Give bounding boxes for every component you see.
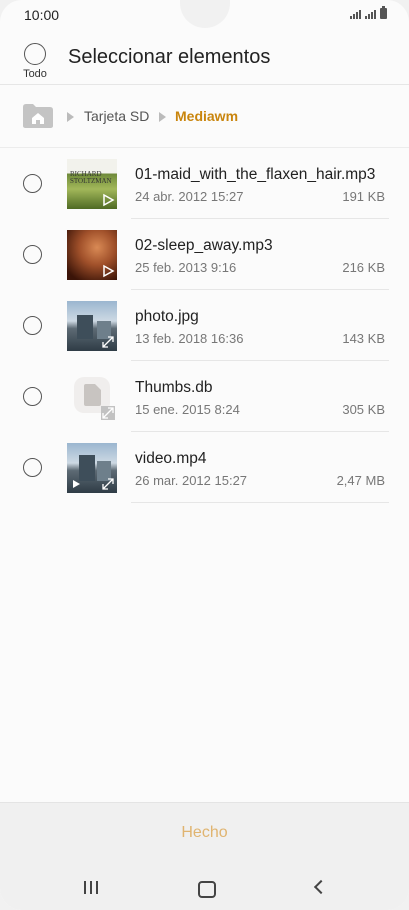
navigation-bar: [0, 873, 409, 903]
expand-icon: [102, 336, 114, 348]
select-all-circle-icon: [24, 43, 46, 65]
file-thumbnail: [67, 372, 117, 422]
file-name: photo.jpg: [135, 308, 199, 325]
breadcrumb-item-current[interactable]: Mediawm: [175, 108, 238, 124]
back-icon[interactable]: [313, 879, 329, 895]
file-name: 02-sleep_away.mp3: [135, 237, 273, 254]
list-item[interactable]: 02-sleep_away.mp3 25 feb. 2013 9:16 216 …: [0, 219, 409, 290]
expand-icon: [102, 478, 114, 490]
album-thumbnail: [67, 230, 117, 280]
list-item[interactable]: Thumbs.db 15 ene. 2015 8:24 305 KB: [0, 361, 409, 432]
row-checkbox[interactable]: [23, 174, 42, 193]
battery-icon: [380, 6, 387, 19]
play-icon: [103, 193, 115, 207]
row-checkbox[interactable]: [23, 316, 42, 335]
building-shape: [77, 315, 93, 339]
file-date: 25 feb. 2013 9:16: [135, 260, 237, 275]
file-list: RICHARD STOLTZMAN 01-maid_with_the_flaxe…: [0, 148, 409, 503]
document-icon: [84, 384, 101, 406]
file-info: Thumbs.db 15 ene. 2015 8:24 305 KB: [131, 361, 389, 432]
selection-header: Todo Seleccionar elementos: [0, 30, 409, 85]
file-date: 13 feb. 2018 16:36: [135, 331, 244, 346]
file-date: 15 ene. 2015 8:24: [135, 402, 240, 417]
file-date: 24 abr. 2012 15:27: [135, 189, 244, 204]
file-info: photo.jpg 13 feb. 2018 16:36 143 KB: [131, 290, 389, 361]
home-icon[interactable]: [198, 881, 216, 898]
photo-thumbnail: [67, 301, 117, 351]
file-info: video.mp4 26 mar. 2012 15:27 2,47 MB: [131, 432, 389, 503]
signal-icon: [350, 10, 361, 19]
breadcrumb-item-sd[interactable]: Tarjeta SD: [84, 108, 149, 124]
album-art-text: RICHARD STOLTZMAN: [70, 170, 112, 185]
bottom-action-bar: Hecho: [0, 802, 409, 910]
row-checkbox[interactable]: [23, 245, 42, 264]
signal-icon: [365, 10, 376, 19]
file-name: video.mp4: [135, 450, 207, 467]
select-all-checkbox[interactable]: Todo: [18, 43, 52, 80]
breadcrumb: Tarjeta SD Mediawm: [0, 85, 409, 148]
file-info: 02-sleep_away.mp3 25 feb. 2013 9:16 216 …: [131, 219, 389, 290]
file-size: 143 KB: [342, 331, 385, 346]
camera-notch: [180, 0, 230, 28]
file-size: 191 KB: [342, 189, 385, 204]
file-date: 26 mar. 2012 15:27: [135, 473, 248, 488]
list-item[interactable]: RICHARD STOLTZMAN 01-maid_with_the_flaxe…: [0, 148, 409, 219]
album-thumbnail: RICHARD STOLTZMAN: [67, 159, 117, 209]
chevron-right-icon: [159, 112, 166, 122]
list-item[interactable]: photo.jpg 13 feb. 2018 16:36 143 KB: [0, 290, 409, 361]
select-all-label: Todo: [23, 68, 47, 80]
list-item[interactable]: video.mp4 26 mar. 2012 15:27 2,47 MB: [0, 432, 409, 503]
file-info: 01-maid_with_the_flaxen_hair.mp3 24 abr.…: [131, 148, 389, 219]
status-bar: 10:00: [0, 0, 409, 30]
screen: 10:00 Todo Seleccionar elementos Tarjeta…: [0, 0, 409, 910]
row-checkbox[interactable]: [23, 387, 42, 406]
file-name: 01-maid_with_the_flaxen_hair.mp3: [135, 166, 376, 183]
expand-icon: [101, 406, 115, 420]
recents-icon[interactable]: [84, 881, 98, 894]
status-time: 10:00: [24, 7, 60, 23]
file-size: 2,47 MB: [336, 473, 385, 488]
row-checkbox[interactable]: [23, 458, 42, 477]
chevron-right-icon: [67, 112, 74, 122]
status-icons: [350, 6, 387, 19]
play-icon: [103, 264, 115, 278]
done-button[interactable]: Hecho: [0, 823, 409, 843]
play-icon: [73, 480, 80, 488]
home-folder-icon[interactable]: [22, 103, 54, 129]
page-title: Seleccionar elementos: [68, 46, 271, 68]
file-name: Thumbs.db: [135, 379, 213, 396]
video-thumbnail: [67, 443, 117, 493]
file-size: 216 KB: [342, 260, 385, 275]
file-size: 305 KB: [342, 402, 385, 417]
